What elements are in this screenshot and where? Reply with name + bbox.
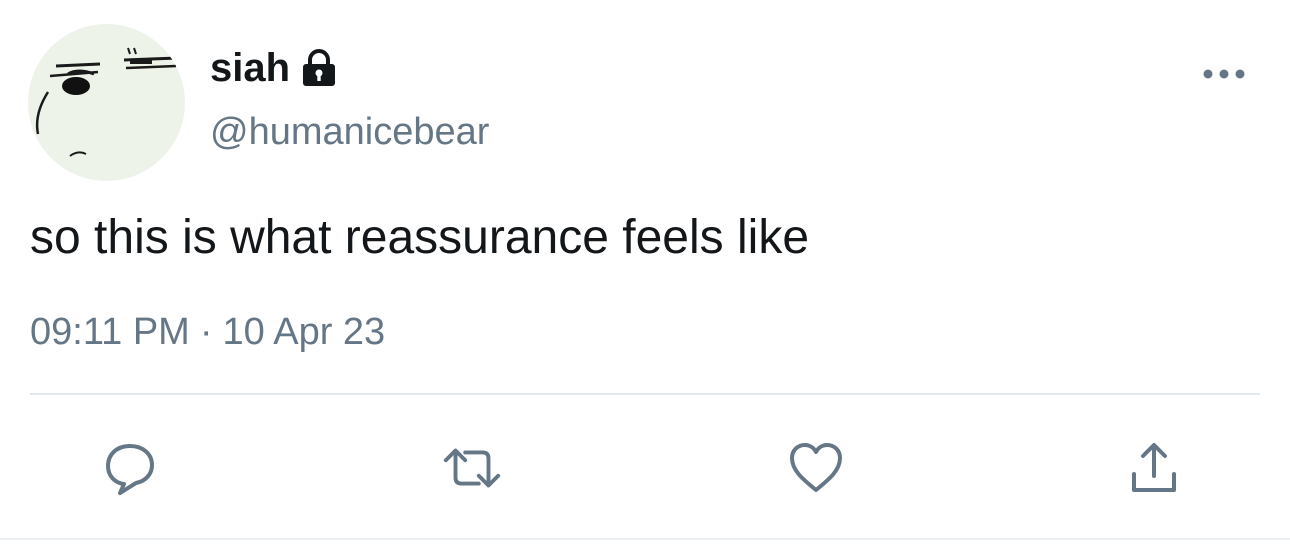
share-icon xyxy=(1132,443,1176,492)
display-name[interactable]: siah xyxy=(210,44,290,92)
more-button[interactable] xyxy=(1196,60,1252,88)
retweet-button[interactable] xyxy=(440,436,504,500)
tweet-time: 09:11 PM xyxy=(30,311,190,353)
lock-icon xyxy=(298,47,340,89)
retweet-icon xyxy=(443,448,501,488)
reply-icon xyxy=(106,444,154,495)
author-name-row: siah xyxy=(210,44,340,92)
avatar[interactable] xyxy=(28,24,185,181)
meta-separator: · xyxy=(199,311,213,353)
share-button[interactable] xyxy=(1122,436,1186,500)
bottom-divider xyxy=(0,538,1290,540)
author-handle[interactable]: @humanicebear xyxy=(210,108,489,156)
tweet-timestamp[interactable]: 09:11 PM · 10 Apr 23 xyxy=(30,308,385,356)
heart-icon xyxy=(790,443,842,492)
divider xyxy=(30,393,1260,395)
bear-face-icon xyxy=(35,47,179,157)
more-icon xyxy=(1203,69,1245,79)
tweet-date: 10 Apr 23 xyxy=(222,311,386,353)
like-button[interactable] xyxy=(784,436,848,500)
tweet-text: so this is what reassurance feels like xyxy=(30,211,810,264)
tweet-card: siah @humanicebear so this is what reass… xyxy=(0,0,1290,558)
reply-button[interactable] xyxy=(98,436,162,500)
action-bar xyxy=(0,436,1290,500)
